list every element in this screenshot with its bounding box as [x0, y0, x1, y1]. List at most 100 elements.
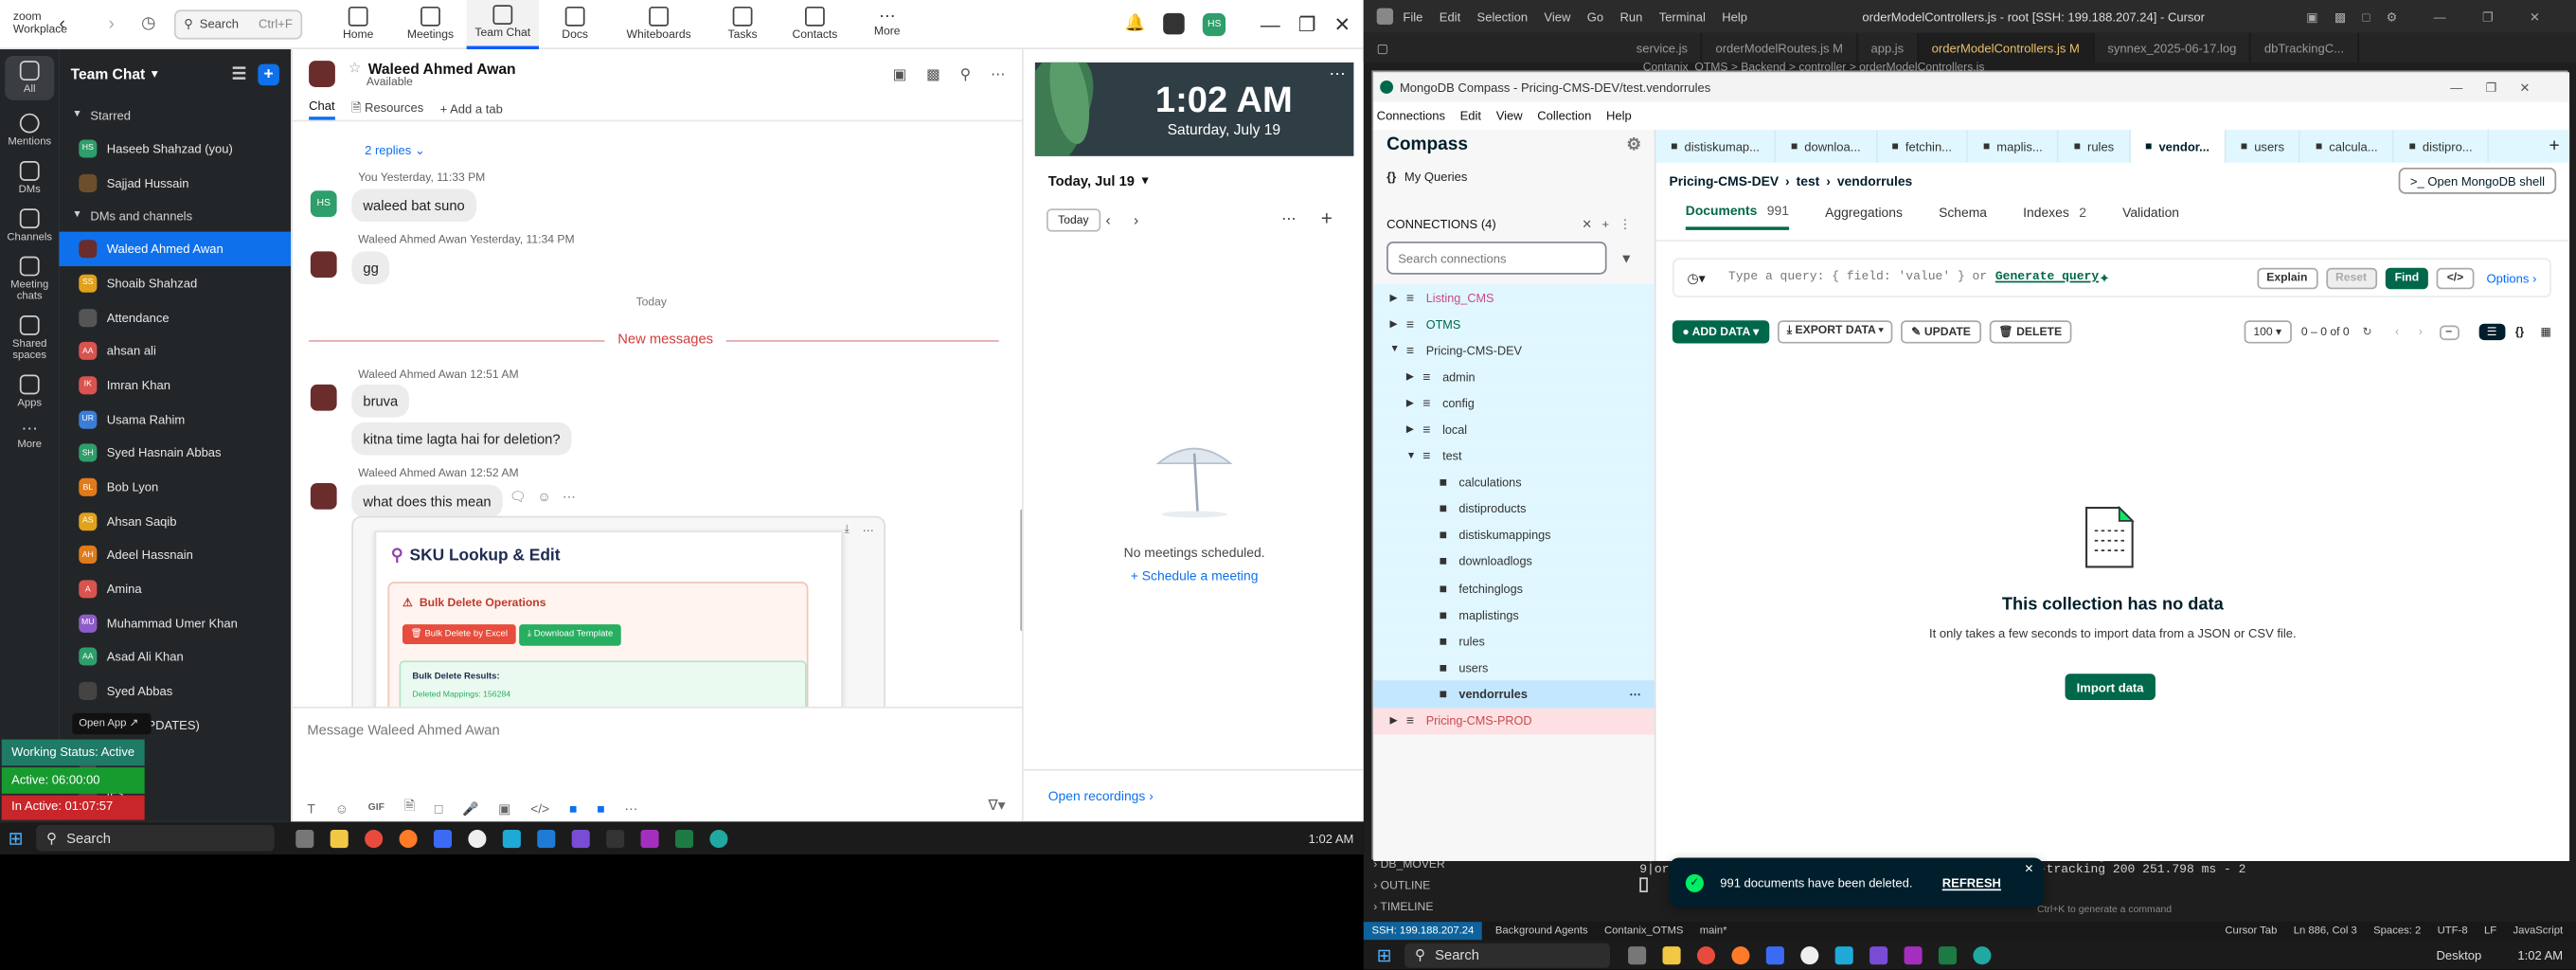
tree-item[interactable]: ■ distiproducts [1373, 495, 1655, 523]
desktop-label[interactable]: Desktop [2436, 947, 2481, 962]
file-icon[interactable]: 🗎 [404, 797, 415, 819]
back-icon[interactable]: ‹ [59, 14, 108, 34]
tree-item[interactable]: ■ maplistings [1373, 602, 1655, 629]
edge-icon[interactable] [709, 829, 728, 848]
tree-item[interactable]: ▶ ≡ admin [1373, 363, 1655, 390]
tree-item[interactable]: ■ rules [1373, 628, 1655, 655]
menu-item[interactable]: File [1403, 9, 1422, 25]
nav-contacts[interactable]: Contacts [778, 0, 850, 48]
channel-row[interactable]: IK Imran Khan [59, 368, 291, 403]
next-icon[interactable]: › [1134, 212, 1138, 228]
rail-dms[interactable]: DMs [0, 161, 59, 195]
avatar[interactable]: HS [1203, 12, 1226, 36]
app-icon[interactable] [1835, 945, 1854, 964]
replies-link[interactable]: 2 replies ⌄ [365, 143, 425, 158]
collection-tab[interactable]: ■ distipro... [2394, 130, 2490, 163]
menu-item[interactable]: Help [1606, 108, 1632, 123]
channel-row[interactable]: BL Bob Lyon [59, 470, 291, 504]
app-icon[interactable]: ■ [597, 801, 604, 817]
channel-row[interactable]: AA ahsan ali [59, 334, 291, 368]
format-icon[interactable]: T [307, 801, 314, 817]
editor-tab[interactable]: app.js [1858, 32, 1919, 63]
code-icon[interactable]: </> [530, 801, 549, 817]
export-data-button[interactable]: ⤓ EXPORT DATA ▾ [1777, 320, 1894, 344]
video-message-icon[interactable]: ▣ [498, 801, 510, 817]
mic-icon[interactable]: 🎤 [462, 801, 478, 817]
menu-item[interactable]: Terminal [1659, 9, 1706, 25]
nav-team-chat[interactable]: Team Chat [466, 0, 539, 49]
channel-row[interactable]: HS Haseeb Shahzad (you) [59, 132, 291, 166]
status-item[interactable]: JavaScript [2513, 925, 2563, 937]
editor-tab[interactable]: orderModelRoutes.js M [1703, 32, 1858, 63]
status-item[interactable]: Ln 886, Col 3 [2294, 925, 2357, 937]
emoji-icon[interactable]: ☺ [538, 490, 551, 505]
windows-start-icon[interactable]: ⊞ [9, 827, 24, 849]
search-icon[interactable]: ⚲ [960, 65, 971, 83]
breadcrumb-db[interactable]: test [1797, 173, 1820, 189]
add-icon[interactable]: + [1321, 207, 1333, 230]
editor-tab[interactable]: synnex_2025-06-17.log [2094, 32, 2251, 63]
today-button[interactable]: Today [1046, 208, 1100, 232]
video-icon[interactable]: ▣ [893, 65, 907, 83]
background-agents[interactable]: Background Agents [1495, 925, 1588, 937]
star-icon[interactable]: ☆ [349, 59, 362, 77]
new-chat-button[interactable]: + [258, 63, 279, 85]
search-input[interactable]: ⚲ Search Ctrl+F [173, 9, 303, 39]
menu-item[interactable]: View [1544, 9, 1570, 25]
prev-icon[interactable]: ‹ [1105, 212, 1110, 228]
excel-icon[interactable] [675, 829, 694, 848]
tree-item[interactable]: ▶ ≡ Listing_CMS [1373, 284, 1655, 312]
more-icon[interactable]: ⋯ [1629, 687, 1641, 702]
snippet-icon[interactable]: □ [435, 801, 442, 817]
minimize-icon[interactable]: — [1261, 12, 1280, 35]
task-view-icon[interactable] [295, 829, 314, 848]
window-controls[interactable]: ▣▩□⚙ — ❐ ✕ [2306, 9, 2556, 25]
next-page-icon[interactable]: › [2419, 326, 2423, 337]
task-view-icon[interactable] [1628, 945, 1647, 964]
app-icon[interactable] [468, 829, 487, 848]
table-view-icon[interactable]: ▦ [2540, 325, 2550, 338]
editor-tab[interactable]: service.js [1623, 32, 1703, 63]
menu-item[interactable]: Connections [1377, 108, 1445, 123]
menu-item[interactable]: Selection [1477, 9, 1529, 25]
taskbar-search[interactable]: ⚲ Search [1404, 942, 1611, 967]
subtab[interactable]: Validation [2122, 206, 2179, 228]
rail-more[interactable]: ⋯ More [0, 422, 59, 450]
tree-item[interactable]: ▼ ≡ Pricing-CMS-DEV [1373, 336, 1655, 364]
add-data-button[interactable]: ● ADD DATA ▾ [1672, 320, 1769, 344]
reply-icon[interactable]: 🗨 [510, 490, 527, 505]
channel-row[interactable]: MU Muhammad Umer Khan [59, 606, 291, 640]
app-icon[interactable] [1163, 12, 1186, 35]
explain-button[interactable]: Explain [2256, 266, 2317, 289]
firefox-icon[interactable] [1731, 945, 1750, 964]
tree-item[interactable]: ■ distiskumappings [1373, 522, 1655, 549]
tree-item[interactable]: ▶ ≡ local [1373, 416, 1655, 443]
explorer-icon[interactable] [1662, 945, 1681, 964]
channel-row[interactable]: Sajjad Hussain [59, 166, 291, 200]
more-icon[interactable]: ⋯ [1281, 210, 1297, 228]
channel-row[interactable]: A Amina [59, 572, 291, 606]
tree-item[interactable]: ▼ ≡ test [1373, 442, 1655, 470]
collection-tab[interactable]: ■ vendor... [2130, 130, 2227, 163]
rail-channels[interactable]: Channels [0, 208, 59, 243]
page-size-select[interactable]: 100 ▾ [2243, 320, 2292, 344]
menu-item[interactable]: Run [1619, 9, 1642, 25]
explorer-timeline[interactable]: › TIMELINE [1373, 902, 1433, 913]
nav-home[interactable]: Home [322, 0, 394, 48]
explorer-outline[interactable]: › OUTLINE [1373, 881, 1430, 892]
onenote-icon[interactable] [640, 829, 659, 848]
project-name[interactable]: Contanix_OTMS [1604, 925, 1683, 937]
generate-query-link[interactable]: Generate query [1995, 271, 2099, 284]
channel-row[interactable]: AS Ahsan Saqib [59, 504, 291, 538]
chevron-down-icon[interactable]: ▾ [152, 67, 157, 81]
collection-tab[interactable]: ■ downloa... [1776, 130, 1877, 163]
forward-icon[interactable]: › [108, 14, 141, 34]
zoom-icon[interactable] [1766, 945, 1785, 964]
status-item[interactable]: Cursor Tab [2225, 925, 2277, 937]
chrome-icon[interactable] [365, 829, 384, 848]
open-shell-button[interactable]: >_ Open MongoDB shell [2398, 167, 2557, 194]
rail-mentions[interactable]: Mentions [0, 113, 59, 148]
rail-shared-spaces[interactable]: Shared spaces [0, 315, 59, 362]
collection-tab[interactable]: ■ maplis... [1968, 130, 2060, 163]
history-icon[interactable]: ◷ [141, 15, 174, 33]
